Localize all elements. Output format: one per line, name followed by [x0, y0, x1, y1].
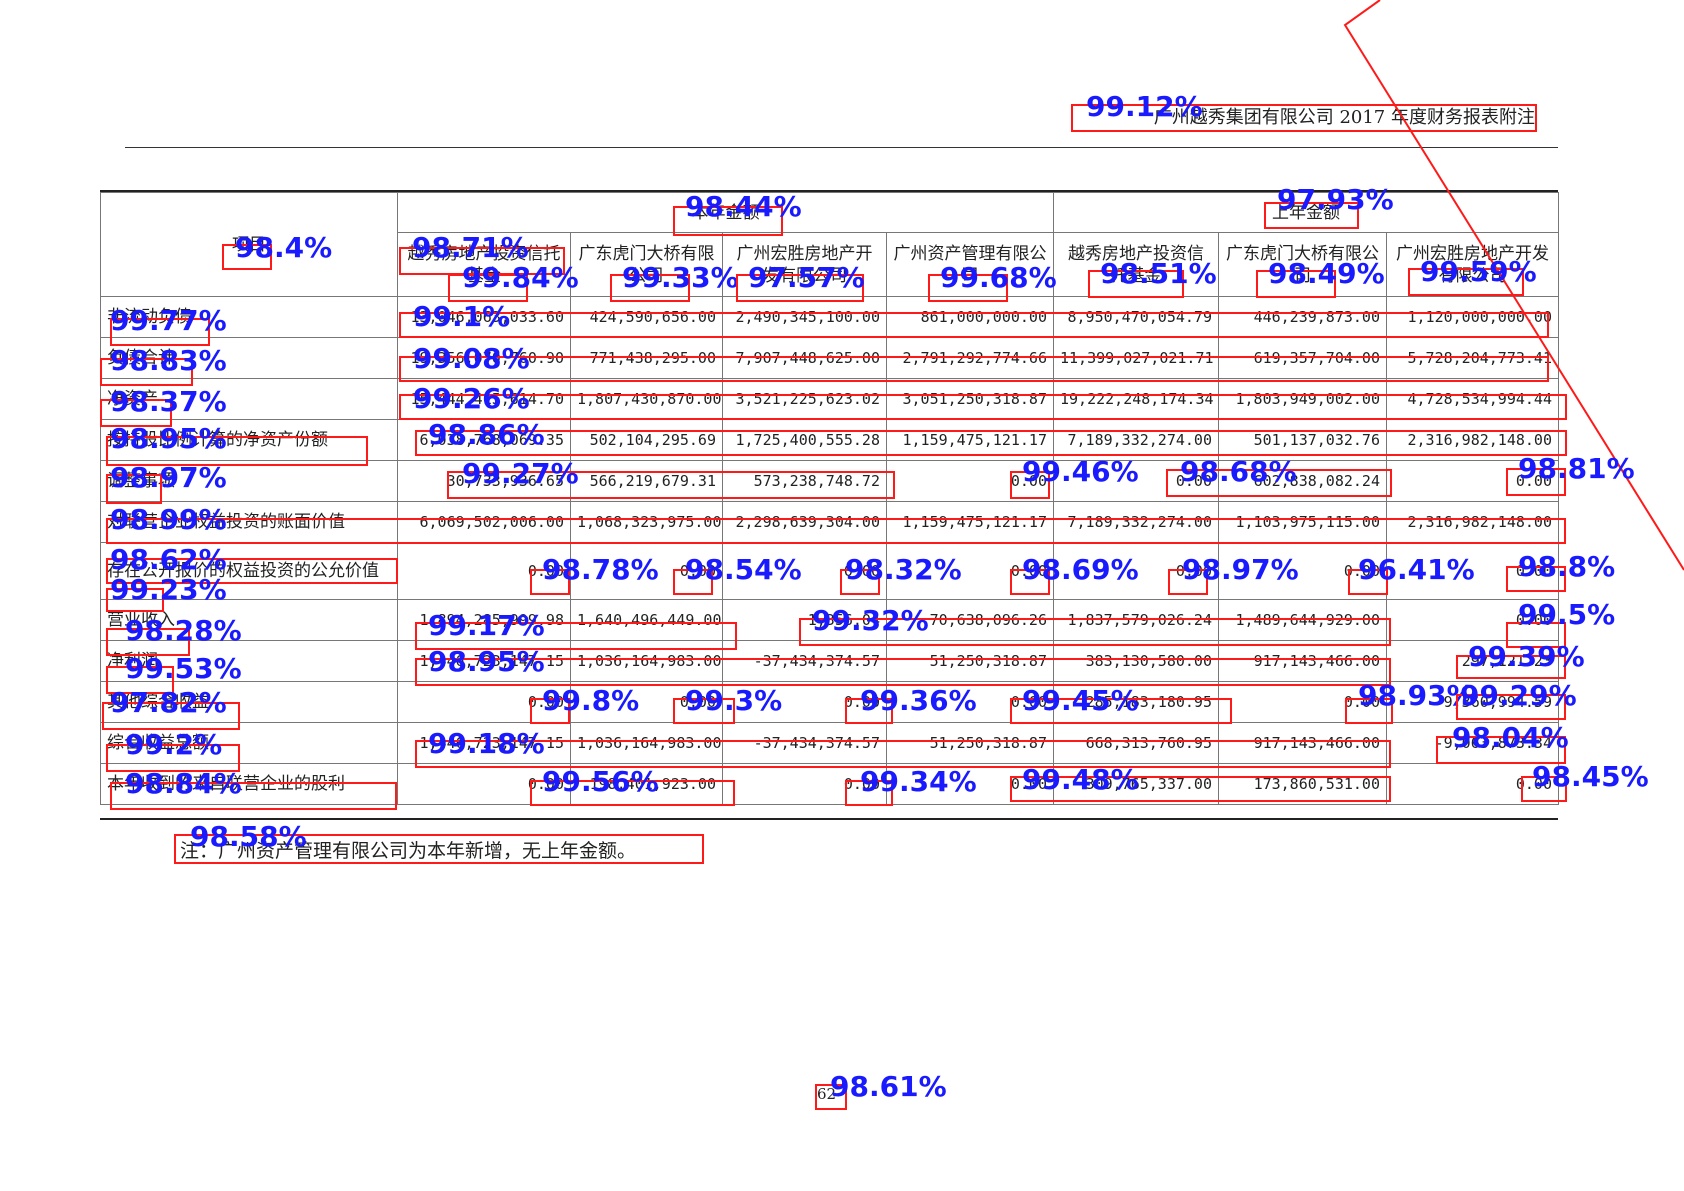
crop-line: [1343, 0, 1684, 571]
